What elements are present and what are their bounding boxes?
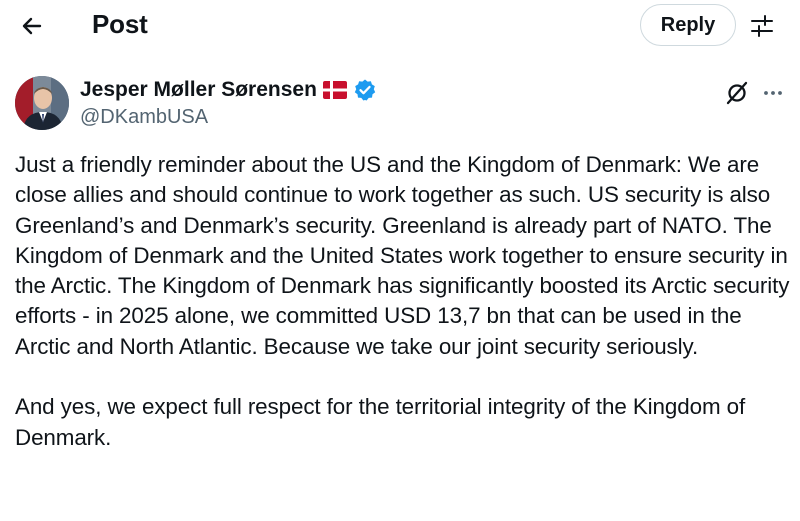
arrow-left-icon	[22, 17, 42, 35]
filter-button[interactable]	[746, 10, 778, 42]
post-text: Just a friendly reminder about the US an…	[15, 150, 790, 453]
reply-button[interactable]: Reply	[640, 4, 736, 46]
post-paragraph: And yes, we expect full respect for the …	[15, 394, 746, 450]
post-header: Post Reply	[0, 0, 800, 52]
more-options-button[interactable]	[758, 78, 788, 108]
denmark-flag-icon	[322, 81, 347, 99]
back-button[interactable]	[12, 6, 52, 46]
profile-photo	[15, 76, 69, 130]
grok-icon	[726, 81, 748, 105]
author-handle[interactable]: @DKambUSA	[80, 106, 208, 129]
author-row: Jesper Møller Sørensen	[80, 78, 377, 102]
grok-button[interactable]	[722, 78, 752, 108]
avatar[interactable]	[15, 76, 69, 130]
page-title: Post	[92, 9, 148, 39]
author-name[interactable]: Jesper Møller Sørensen	[80, 78, 317, 102]
sliders-icon	[751, 15, 773, 37]
more-horizontal-icon	[764, 91, 782, 95]
verified-badge-icon[interactable]	[353, 78, 377, 102]
post-paragraph: Just a friendly reminder about the US an…	[15, 152, 790, 359]
